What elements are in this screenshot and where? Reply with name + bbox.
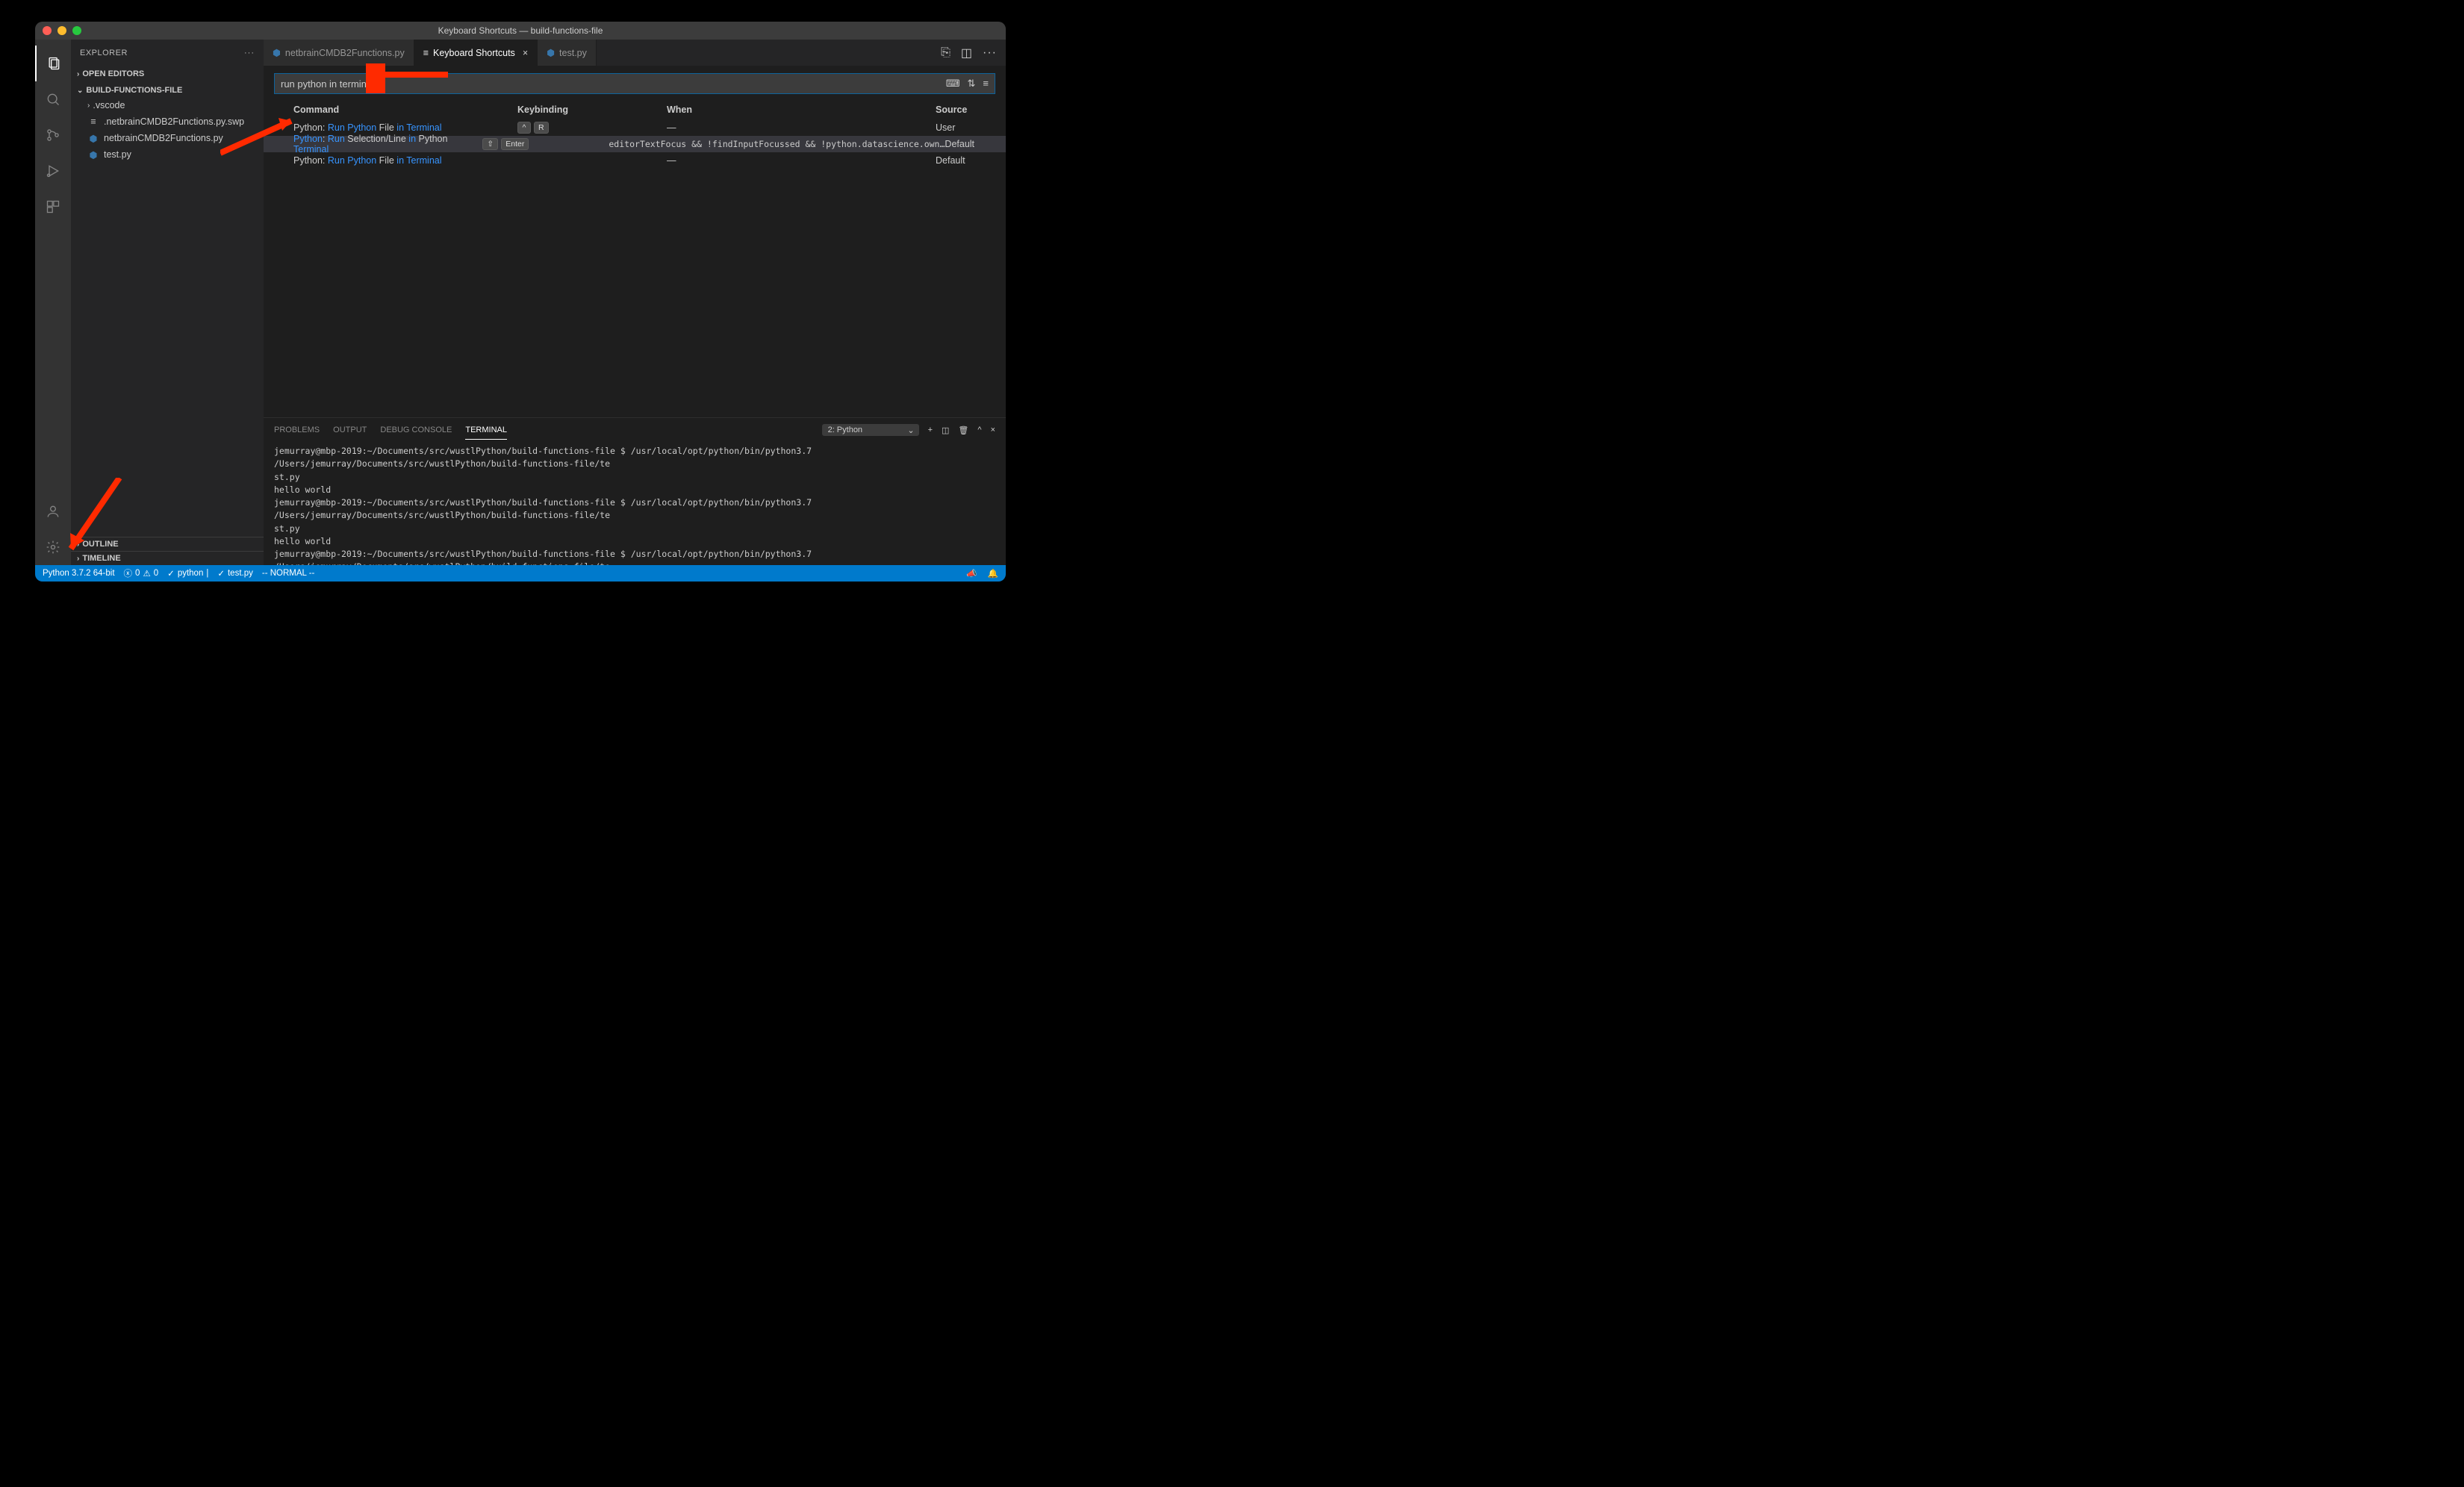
tree-file-swp[interactable]: ≡ .netbrainCMDB2Functions.py.swp [71, 113, 264, 130]
status-python[interactable]: Python 3.7.2 64-bit [43, 569, 115, 578]
sidebar-title: EXPLORER [80, 49, 128, 57]
kill-terminal-icon[interactable]: 🗑 [958, 425, 968, 435]
terminal-output[interactable]: jemurray@mbp-2019:~/Documents/src/wustlP… [264, 442, 1006, 565]
panel-tabs: PROBLEMS OUTPUT DEBUG CONSOLE TERMINAL 2… [264, 418, 1006, 442]
titlebar: Keyboard Shortcuts — build-functions-fil… [35, 22, 1006, 40]
chevron-down-icon: ⌄ [77, 87, 83, 95]
open-editors-section[interactable]: › OPEN EDITORS [71, 67, 264, 81]
outline-section[interactable]: › OUTLINE [71, 537, 264, 551]
sort-icon[interactable]: ⇅ [968, 78, 976, 90]
terminal-selector[interactable]: 2: Python ⌄ [822, 424, 919, 436]
timeline-section[interactable]: › TIMELINE [71, 551, 264, 565]
shortcut-row[interactable]: Python: Run Selection/Line in Python Ter… [264, 136, 1006, 152]
open-file-icon[interactable]: ⎘ [941, 46, 951, 60]
chevron-down-icon: ⌄ [907, 425, 914, 435]
accounts-icon[interactable] [35, 493, 71, 529]
python-file-icon: ⬢ [87, 133, 99, 144]
shortcut-row[interactable]: Python: Run Python File in Terminal—Defa… [264, 152, 1006, 169]
split-editor-icon[interactable]: ◫ [961, 46, 972, 60]
file-icon: ≡ [87, 116, 99, 127]
tree-file-netbrain[interactable]: ⬢ netbrainCMDB2Functions.py [71, 130, 264, 146]
search-icon[interactable] [35, 81, 71, 117]
shortcuts-rows: Python: Run Python File in Terminal^R—Us… [264, 119, 1006, 417]
sidebar-more-icon[interactable]: ··· [244, 49, 255, 57]
keyboard-shortcuts-view: ⌨ ⇅ ≡ Command Keybinding When Source Pyt… [264, 66, 1006, 417]
tab-test[interactable]: ⬢ test.py [538, 40, 597, 66]
header-command[interactable]: Command [293, 105, 517, 115]
status-item-python[interactable]: ✓ python | [167, 568, 208, 579]
shortcuts-search-input[interactable] [281, 78, 946, 90]
python-file-icon: ⬢ [273, 47, 281, 58]
extensions-icon[interactable] [35, 189, 71, 225]
editor-actions: ⎘ ◫ ··· [932, 40, 1006, 66]
tree-file-test[interactable]: ⬢ test.py [71, 146, 264, 163]
split-terminal-icon[interactable]: ◫ [942, 425, 949, 435]
tab-keyboard-shortcuts[interactable]: ≡ Keyboard Shortcuts × [414, 40, 538, 66]
tab-netbrain[interactable]: ⬢ netbrainCMDB2Functions.py [264, 40, 414, 66]
clear-icon[interactable]: ≡ [983, 78, 989, 90]
sidebar-explorer: EXPLORER ··· › OPEN EDITORS ⌄ BUILD-FUNC… [71, 40, 264, 565]
panel-tab-terminal[interactable]: TERMINAL [465, 421, 507, 440]
activity-bar [35, 40, 71, 565]
status-vim-mode: -- NORMAL -- [262, 569, 314, 578]
folder-section[interactable]: ⌄ BUILD-FUNCTIONS-FILE [71, 84, 264, 97]
chevron-right-icon: › [87, 102, 90, 110]
more-actions-icon[interactable]: ··· [983, 46, 997, 60]
panel-tab-output[interactable]: OUTPUT [333, 421, 367, 439]
chevron-right-icon: › [77, 70, 79, 78]
panel-tab-debug[interactable]: DEBUG CONSOLE [380, 421, 452, 439]
status-problems[interactable]: ⓧ0 ⚠0 [124, 567, 159, 579]
panel: PROBLEMS OUTPUT DEBUG CONSOLE TERMINAL 2… [264, 417, 1006, 565]
python-file-icon: ⬢ [87, 149, 99, 160]
header-when[interactable]: When [667, 105, 936, 115]
status-bar: Python 3.7.2 64-bit ⓧ0 ⚠0 ✓ python | ✓ t… [35, 565, 1006, 582]
status-item-test[interactable]: ✓ test.py [217, 568, 253, 579]
sidebar-header: EXPLORER ··· [71, 40, 264, 66]
python-file-icon: ⬢ [547, 47, 555, 58]
editor-tabs: ⬢ netbrainCMDB2Functions.py ≡ Keyboard S… [264, 40, 1006, 66]
workbench-body: EXPLORER ··· › OPEN EDITORS ⌄ BUILD-FUNC… [35, 40, 1006, 565]
settings-gear-icon[interactable] [35, 529, 71, 565]
vscode-window: Keyboard Shortcuts — build-functions-fil… [35, 22, 1006, 582]
chevron-right-icon: › [77, 540, 79, 549]
tree-folder-vscode[interactable]: › .vscode [71, 97, 264, 113]
maximize-panel-icon[interactable]: ^ [977, 425, 981, 434]
error-icon: ⓧ [124, 567, 133, 579]
warning-icon: ⚠ [143, 568, 150, 579]
source-control-icon[interactable] [35, 117, 71, 153]
new-terminal-icon[interactable]: + [928, 425, 933, 434]
close-icon[interactable]: × [523, 48, 528, 58]
chevron-right-icon: › [77, 555, 79, 563]
run-debug-icon[interactable] [35, 153, 71, 189]
editor-area: ⬢ netbrainCMDB2Functions.py ≡ Keyboard S… [264, 40, 1006, 565]
shortcuts-search-box[interactable]: ⌨ ⇅ ≡ [274, 73, 995, 94]
explorer-icon[interactable] [35, 46, 71, 81]
header-source[interactable]: Source [936, 105, 995, 115]
keyboard-icon: ≡ [423, 48, 429, 58]
record-keys-icon[interactable]: ⌨ [946, 78, 960, 90]
notifications-icon[interactable]: 🔔 [988, 568, 998, 579]
close-panel-icon[interactable]: × [991, 425, 995, 434]
shortcuts-headers: Command Keybinding When Source [264, 100, 1006, 119]
feedback-icon[interactable]: 📣 [966, 568, 977, 579]
panel-tab-problems[interactable]: PROBLEMS [274, 421, 320, 439]
window-title: Keyboard Shortcuts — build-functions-fil… [35, 25, 1006, 36]
header-keybinding[interactable]: Keybinding [517, 105, 667, 115]
